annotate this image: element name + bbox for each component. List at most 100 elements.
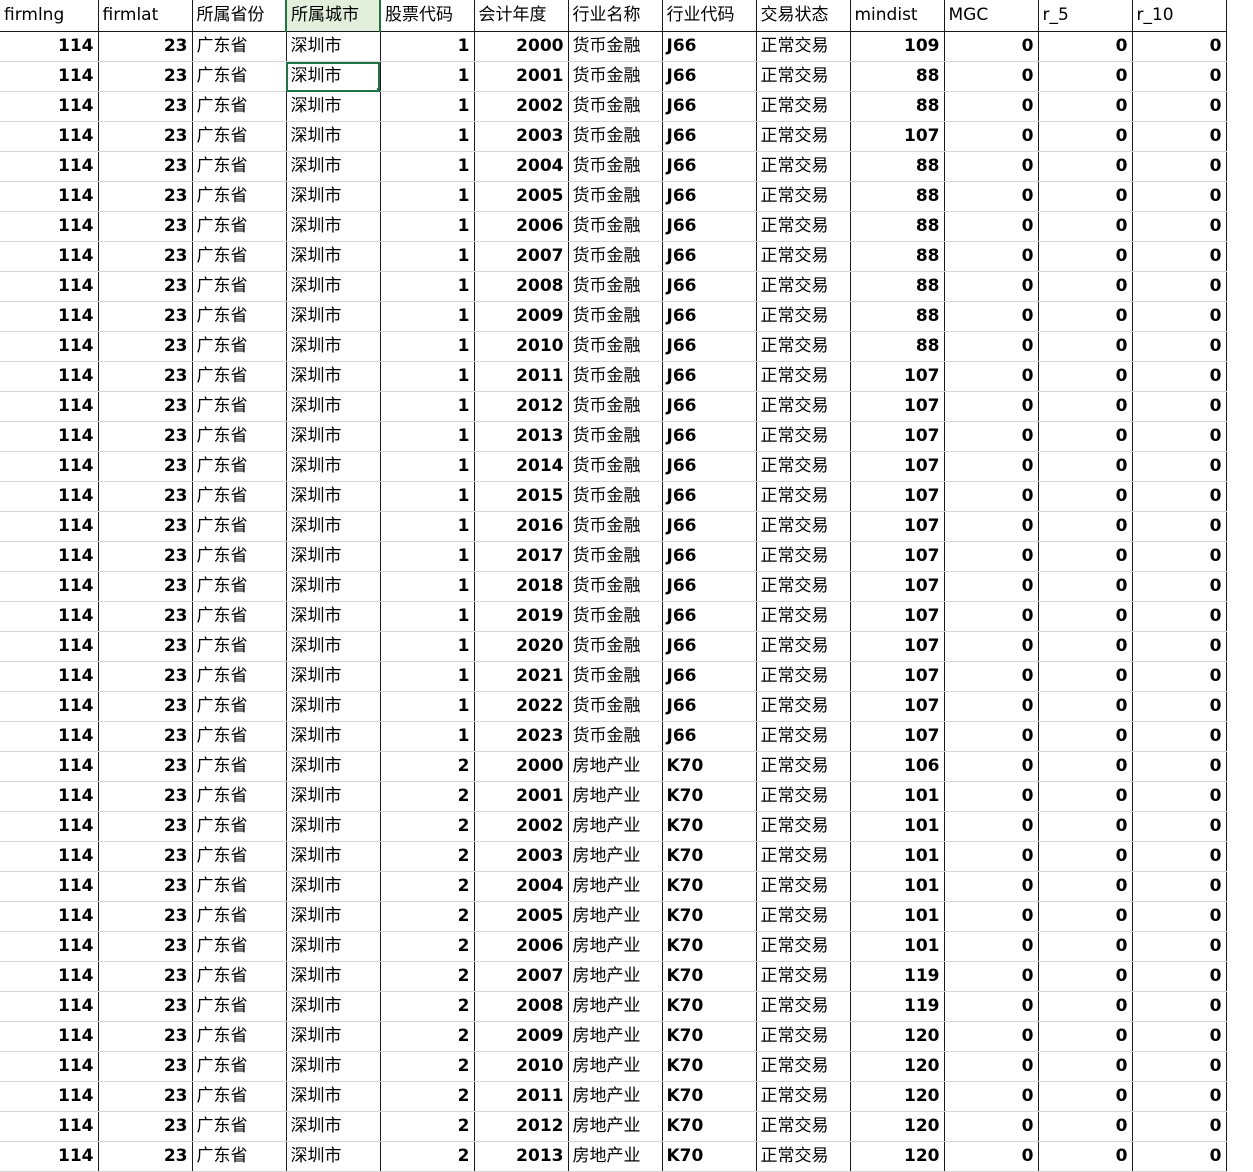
cell-city[interactable]: 深圳市 [286,1141,381,1172]
cell-firmlat[interactable]: 23 [98,901,193,932]
cell-industry-name[interactable]: 货币金融 [568,391,663,422]
cell-fiscal-year[interactable]: 2000 [474,31,569,62]
cell-city[interactable]: 深圳市 [286,331,381,362]
cell-trading-status[interactable]: 正常交易 [756,451,851,482]
column-header-industry-name[interactable]: 行业名称 [568,0,663,32]
cell-r10[interactable]: 0 [1132,1021,1227,1052]
cell-r10[interactable]: 0 [1132,211,1227,242]
cell-city[interactable]: 深圳市 [286,1051,381,1082]
cell-firmlng[interactable]: 114 [0,751,99,782]
cell-industry-name[interactable]: 货币金融 [568,481,663,512]
cell-province[interactable]: 广东省 [192,781,287,812]
cell-industry-name[interactable]: 房地产业 [568,991,663,1022]
cell-mgc[interactable]: 0 [944,1081,1039,1112]
cell-fiscal-year[interactable]: 2010 [474,1051,569,1082]
cell-r10[interactable]: 0 [1132,541,1227,572]
column-header-r5[interactable]: r_5 [1038,0,1133,32]
cell-industry-code[interactable]: J66 [662,61,757,92]
cell-mgc[interactable]: 0 [944,571,1039,602]
cell-r10[interactable]: 0 [1132,1051,1227,1082]
cell-industry-code[interactable]: K70 [662,1051,757,1082]
cell-mgc[interactable]: 0 [944,691,1039,722]
cell-r5[interactable]: 0 [1038,151,1133,182]
cell-industry-code[interactable]: J66 [662,211,757,242]
cell-r10[interactable]: 0 [1132,1081,1227,1112]
cell-trading-status[interactable]: 正常交易 [756,61,851,92]
cell-industry-name[interactable]: 货币金融 [568,301,663,332]
cell-r10[interactable]: 0 [1132,601,1227,632]
cell-industry-name[interactable]: 货币金融 [568,271,663,302]
cell-mgc[interactable]: 0 [944,661,1039,692]
cell-industry-code[interactable]: J66 [662,331,757,362]
cell-firmlat[interactable]: 23 [98,871,193,902]
cell-firmlat[interactable]: 23 [98,481,193,512]
column-header-city[interactable]: 所属城市 [285,0,381,32]
cell-mgc[interactable]: 0 [944,391,1039,422]
cell-firmlat[interactable]: 23 [98,1111,193,1142]
cell-province[interactable]: 广东省 [192,31,287,62]
cell-city[interactable]: 深圳市 [286,541,381,572]
cell-trading-status[interactable]: 正常交易 [756,361,851,392]
cell-province[interactable]: 广东省 [192,61,287,92]
cell-r5[interactable]: 0 [1038,241,1133,272]
cell-province[interactable]: 广东省 [192,301,287,332]
cell-province[interactable]: 广东省 [192,901,287,932]
cell-city[interactable]: 深圳市 [286,121,381,152]
cell-firmlng[interactable]: 114 [0,661,99,692]
cell-fiscal-year[interactable]: 2014 [474,451,569,482]
cell-mindist[interactable]: 101 [850,811,945,842]
cell-firmlng[interactable]: 114 [0,601,99,632]
cell-firmlat[interactable]: 23 [98,751,193,782]
cell-mgc[interactable]: 0 [944,811,1039,842]
cell-firmlng[interactable]: 114 [0,271,99,302]
cell-industry-name[interactable]: 房地产业 [568,931,663,962]
cell-province[interactable]: 广东省 [192,181,287,212]
cell-mgc[interactable]: 0 [944,511,1039,542]
cell-r5[interactable]: 0 [1038,571,1133,602]
cell-city[interactable]: 深圳市 [286,751,381,782]
cell-mgc[interactable]: 0 [944,481,1039,512]
cell-firmlng[interactable]: 114 [0,901,99,932]
cell-r5[interactable]: 0 [1038,481,1133,512]
cell-mgc[interactable]: 0 [944,31,1039,62]
cell-industry-name[interactable]: 货币金融 [568,421,663,452]
cell-r10[interactable]: 0 [1132,811,1227,842]
cell-mgc[interactable]: 0 [944,361,1039,392]
cell-firmlng[interactable]: 114 [0,361,99,392]
cell-r10[interactable]: 0 [1132,1111,1227,1142]
cell-industry-code[interactable]: J66 [662,451,757,482]
cell-stock-code[interactable]: 2 [380,1021,475,1052]
cell-trading-status[interactable]: 正常交易 [756,661,851,692]
cell-fiscal-year[interactable]: 2020 [474,631,569,662]
cell-province[interactable]: 广东省 [192,871,287,902]
cell-firmlat[interactable]: 23 [98,451,193,482]
cell-industry-name[interactable]: 货币金融 [568,331,663,362]
cell-fiscal-year[interactable]: 2017 [474,541,569,572]
cell-firmlng[interactable]: 114 [0,121,99,152]
cell-industry-name[interactable]: 房地产业 [568,901,663,932]
cell-r10[interactable]: 0 [1132,1141,1227,1172]
cell-firmlng[interactable]: 114 [0,421,99,452]
cell-r5[interactable]: 0 [1038,421,1133,452]
cell-r10[interactable]: 0 [1132,571,1227,602]
cell-firmlat[interactable]: 23 [98,361,193,392]
cell-stock-code[interactable]: 2 [380,811,475,842]
cell-mindist[interactable]: 88 [850,151,945,182]
cell-mindist[interactable]: 120 [850,1111,945,1142]
cell-firmlng[interactable]: 114 [0,181,99,212]
cell-city[interactable]: 深圳市 [286,421,381,452]
cell-firmlat[interactable]: 23 [98,721,193,752]
cell-industry-name[interactable]: 货币金融 [568,451,663,482]
cell-mgc[interactable]: 0 [944,931,1039,962]
cell-province[interactable]: 广东省 [192,931,287,962]
cell-stock-code[interactable]: 2 [380,751,475,782]
cell-r5[interactable]: 0 [1038,91,1133,122]
cell-city[interactable]: 深圳市 [286,811,381,842]
cell-fiscal-year[interactable]: 2013 [474,421,569,452]
cell-industry-name[interactable]: 货币金融 [568,601,663,632]
cell-mgc[interactable]: 0 [944,271,1039,302]
cell-city[interactable]: 深圳市 [286,601,381,632]
cell-province[interactable]: 广东省 [192,151,287,182]
cell-mgc[interactable]: 0 [944,91,1039,122]
cell-trading-status[interactable]: 正常交易 [756,421,851,452]
